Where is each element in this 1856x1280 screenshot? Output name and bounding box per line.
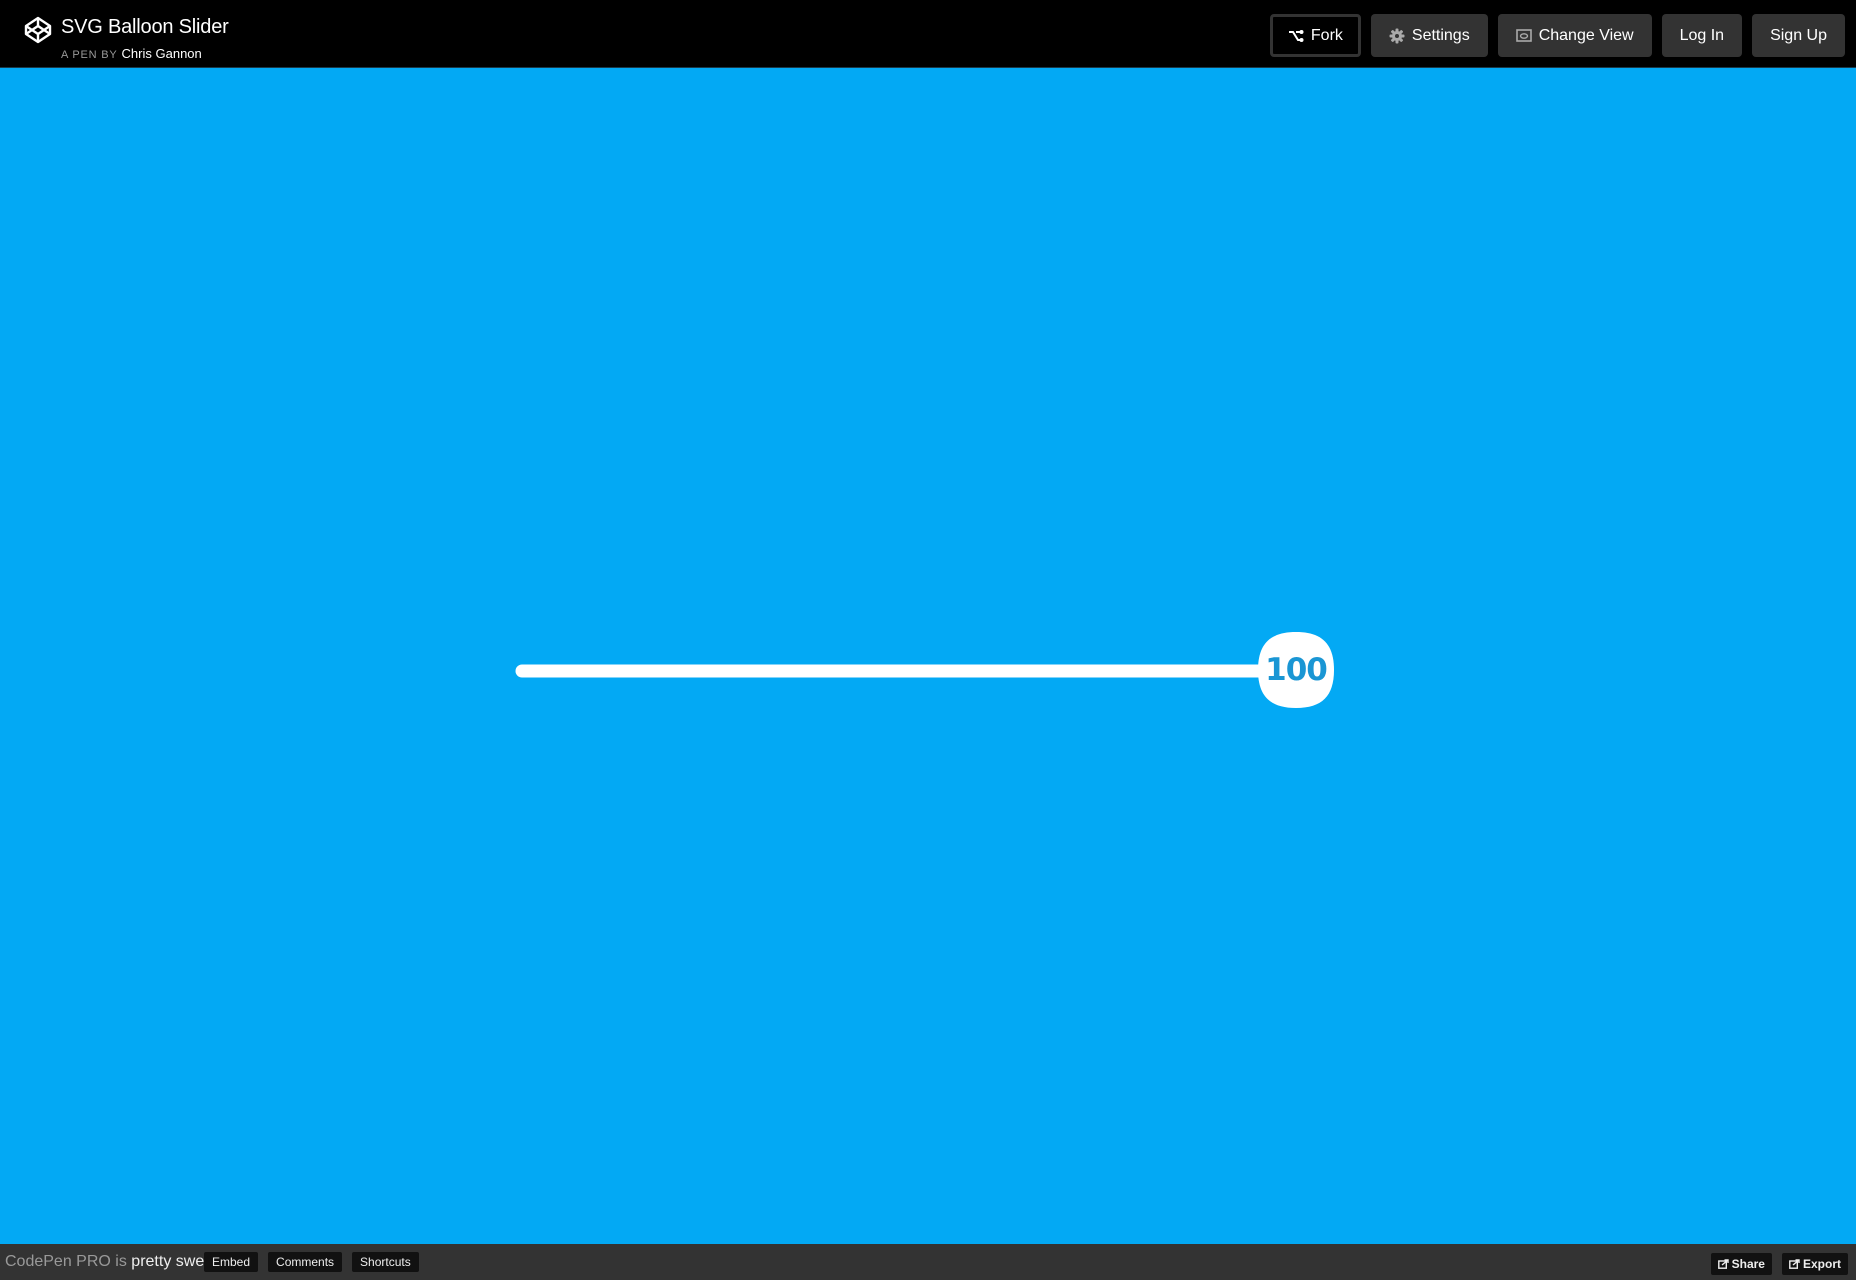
author-link[interactable]: Chris Gannon xyxy=(122,46,202,61)
change-view-icon xyxy=(1515,29,1532,42)
comments-button[interactable]: Comments xyxy=(268,1252,343,1272)
footer-right-actions: Share Export xyxy=(1710,1253,1848,1275)
footer-bar: CodePen PRO is pretty sweet. Embed Comme… xyxy=(0,1244,1856,1280)
codepen-logo-icon[interactable] xyxy=(24,16,52,44)
gear-icon xyxy=(1389,28,1405,43)
header-bar: SVG Balloon Slider A PEN BY Chris Gannon … xyxy=(0,0,1856,68)
settings-label: Settings xyxy=(1411,26,1470,44)
sign-up-button[interactable]: Sign Up xyxy=(1752,14,1845,57)
embed-button[interactable]: Embed xyxy=(204,1252,259,1272)
promo-prefix: CodePen PRO is xyxy=(5,1253,127,1270)
slider-value-label: 100 xyxy=(1265,652,1328,688)
share-label: Share xyxy=(1731,1257,1765,1271)
fork-icon xyxy=(1288,29,1304,42)
preview-stage: 100 xyxy=(0,68,1856,1244)
sign-up-label: Sign Up xyxy=(1770,26,1827,44)
export-button[interactable]: Export xyxy=(1781,1253,1848,1275)
export-icon xyxy=(1789,1259,1800,1269)
footer-actions: Embed Comments Shortcuts xyxy=(204,1252,419,1272)
balloon-slider xyxy=(515,632,1334,708)
pro-promo[interactable]: CodePen PRO is pretty sweet. xyxy=(5,1253,222,1271)
shortcuts-button[interactable]: Shortcuts xyxy=(352,1252,419,1272)
share-icon xyxy=(1717,1259,1729,1269)
byline: A PEN BY Chris Gannon xyxy=(61,46,202,61)
log-in-button[interactable]: Log In xyxy=(1661,14,1743,57)
log-in-label: Log In xyxy=(1679,26,1725,44)
byline-prefix: A PEN BY xyxy=(61,49,118,61)
share-button[interactable]: Share xyxy=(1710,1253,1772,1275)
change-view-button[interactable]: Change View xyxy=(1497,14,1652,57)
fork-button[interactable]: Fork xyxy=(1269,14,1361,57)
fork-label: Fork xyxy=(1310,26,1343,44)
settings-button[interactable]: Settings xyxy=(1370,14,1488,57)
export-label: Export xyxy=(1802,1257,1841,1271)
pen-title: SVG Balloon Slider xyxy=(61,16,229,38)
change-view-label: Change View xyxy=(1538,26,1634,44)
header-actions: Fork Settings Change View Log In Sign Up xyxy=(1269,14,1845,57)
